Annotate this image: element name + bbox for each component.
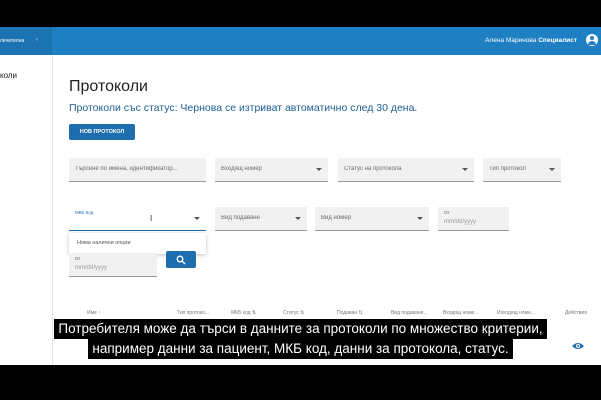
chevron-down-icon — [295, 217, 301, 220]
column-header[interactable]: Входящ номе... — [443, 310, 478, 316]
number-type-select[interactable]: Вид номер — [315, 207, 429, 231]
search-button[interactable] — [166, 251, 196, 268]
subtitle-line-2: например данни за пациент, МКБ код, данн… — [88, 339, 513, 359]
incoming-number-select[interactable]: Входящ номер — [215, 158, 328, 182]
app-frame: лечителна ‹ коли Алена Маринова Специали… — [0, 27, 601, 365]
date-to-label: От — [75, 256, 81, 261]
column-header[interactable]: Тип протоко... — [177, 310, 209, 316]
chevron-down-icon — [549, 168, 555, 171]
date-to-value: mm/dd/yyyy — [75, 265, 108, 271]
sidebar-item-protocols[interactable]: коли — [0, 71, 17, 80]
column-header[interactable]: Име ↑ — [87, 310, 101, 316]
submission-type-select[interactable]: Вид подаване — [215, 207, 307, 231]
sidebar: лечителна ‹ коли — [0, 27, 53, 365]
chevron-down-icon — [316, 168, 322, 171]
column-header[interactable]: Изходящ номе... — [497, 310, 535, 316]
protocol-type-select[interactable]: Тип протокол — [483, 158, 561, 182]
column-header[interactable]: Вид подаване... — [391, 310, 428, 316]
protocol-type-label: Тип протокол — [489, 166, 526, 172]
date-from-label: От — [444, 210, 450, 215]
search-icon — [176, 255, 186, 265]
chevron-down-icon — [194, 217, 200, 220]
page-subtitle: Протоколи със статус: Чернова се изтрива… — [69, 102, 418, 114]
account-circle-icon[interactable] — [586, 34, 598, 46]
mkb-code-select[interactable]: МКБ Код I — [69, 207, 206, 231]
column-header: Действия — [565, 310, 587, 316]
column-header[interactable]: Статус ⇅ — [283, 310, 304, 316]
number-type-label: Вид номер — [321, 215, 351, 221]
date-to-input[interactable]: От mm/dd/yyyy — [69, 253, 157, 277]
user-role: Специалист — [538, 37, 577, 44]
top-bar: Алена Маринова Специалист — [52, 27, 601, 55]
date-from-value: mm/dd/yyyy — [444, 219, 477, 225]
column-header[interactable]: МКБ код ⇅ — [231, 310, 256, 316]
search-placeholder: Търсене по имена, идентификатор... — [75, 166, 178, 172]
user-info: Алена Маринова Специалист — [485, 37, 577, 44]
app-logo-text: лечителна — [0, 38, 25, 44]
column-header[interactable]: Подаван ⇅ — [337, 310, 363, 316]
incoming-number-label: Входящ номер — [221, 166, 262, 172]
page-title: Протоколи — [69, 78, 148, 95]
chevron-down-icon — [417, 217, 423, 220]
user-name: Алена Маринова — [485, 37, 537, 44]
video-subtitle: Потребителя може да търси в данните за п… — [0, 319, 601, 359]
sidebar-logo-area: лечителна ‹ — [0, 27, 52, 55]
new-protocol-button[interactable]: НОВ ПРОТОКОЛ — [69, 124, 135, 140]
submission-type-label: Вид подаване — [221, 215, 260, 221]
subtitle-line-1: Потребителя може да търси в данните за п… — [54, 319, 547, 339]
protocol-status-select[interactable]: Статус на протокола — [338, 158, 474, 182]
date-from-input[interactable]: От mm/dd/yyyy — [438, 207, 509, 231]
text-cursor: I — [150, 214, 153, 223]
chevron-down-icon — [462, 168, 468, 171]
no-options-text: Няма налични опции — [77, 240, 131, 246]
collapse-chevron-icon[interactable]: ‹ — [36, 37, 38, 43]
mkb-code-label: МКБ Код — [75, 210, 94, 215]
search-input[interactable]: Търсене по имена, идентификатор... — [69, 158, 206, 182]
protocol-status-label: Статус на протокола — [344, 166, 402, 172]
